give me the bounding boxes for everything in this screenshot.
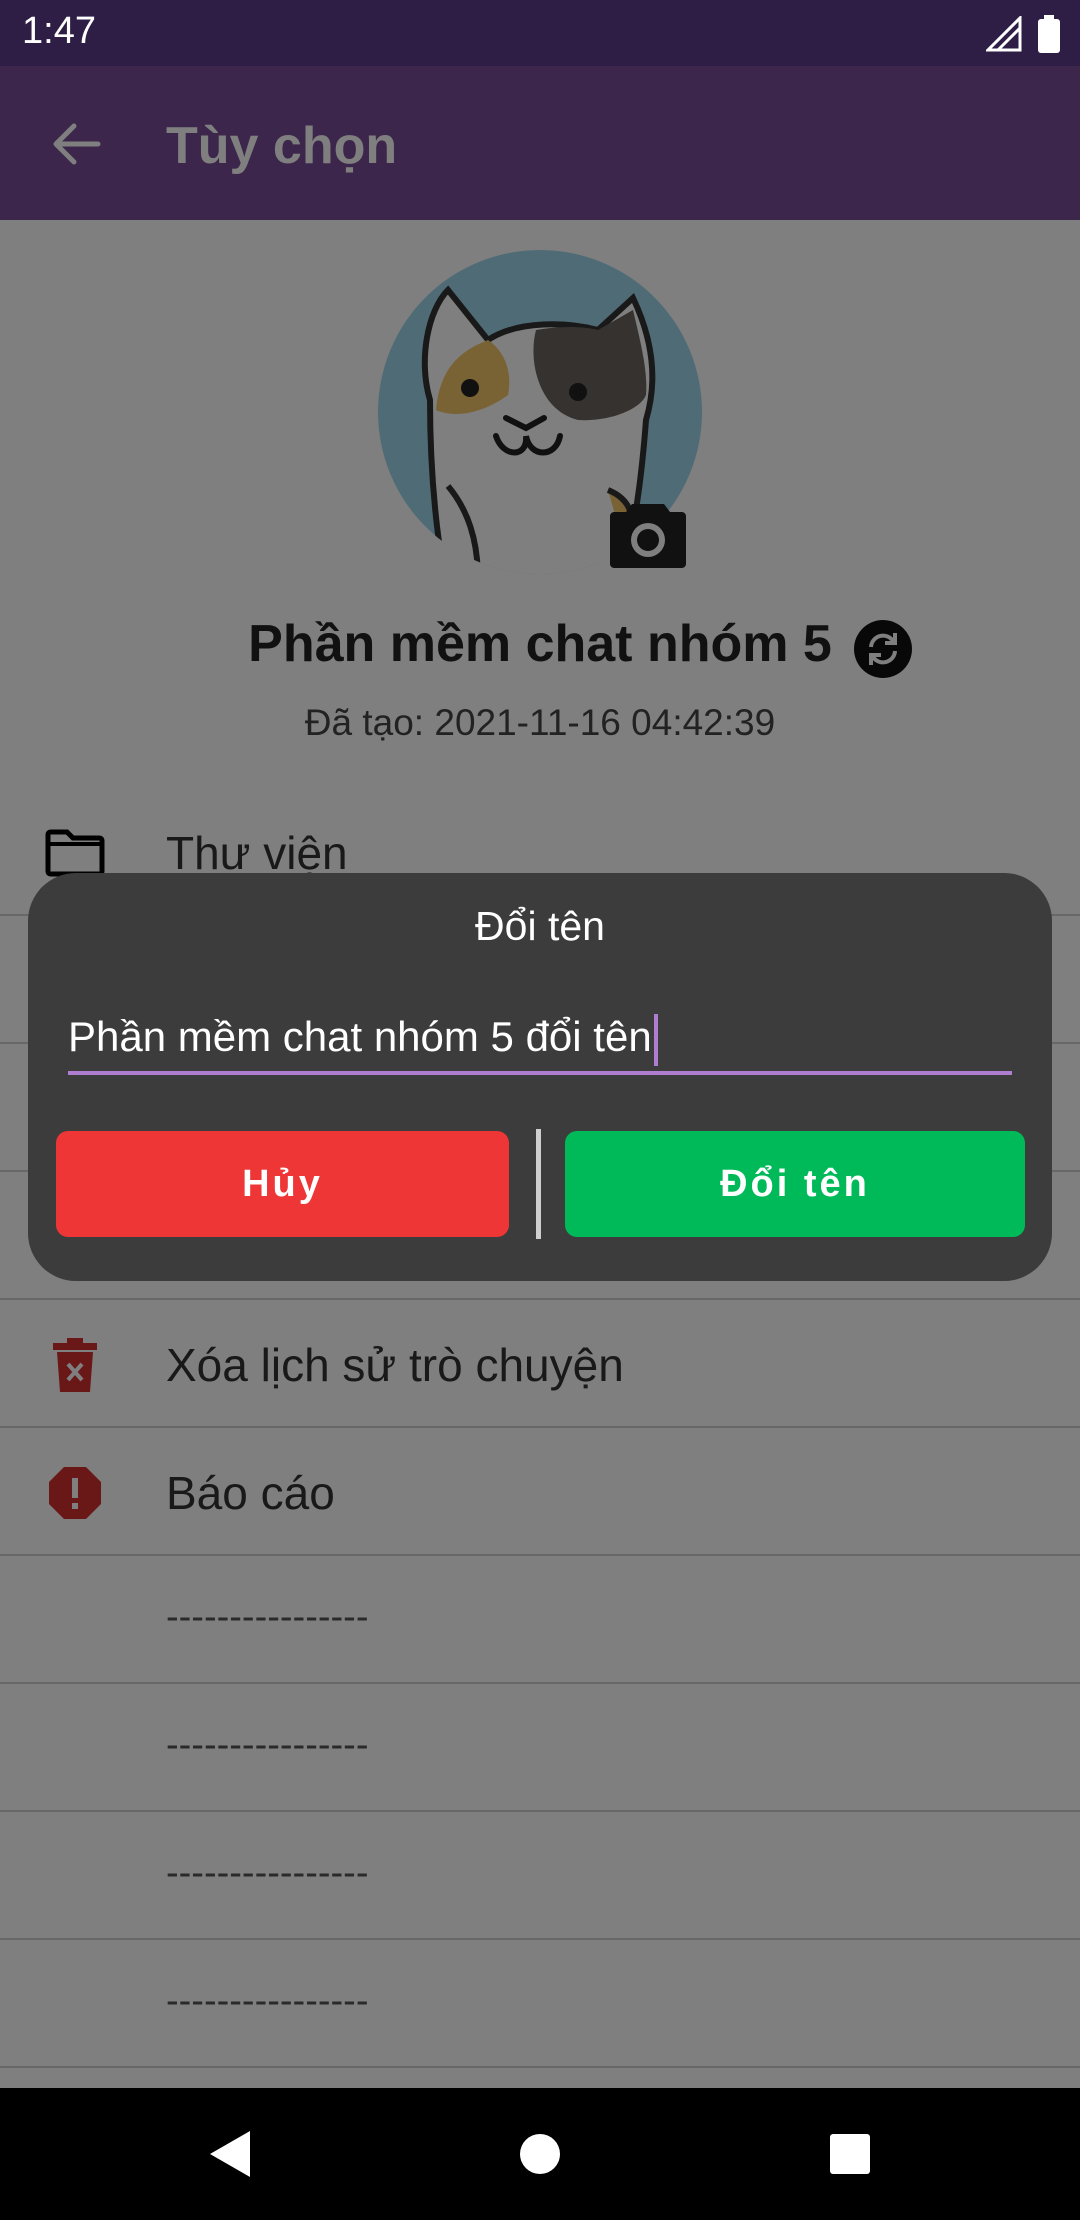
nav-recents-button[interactable] (820, 2124, 880, 2184)
battery-icon (1038, 15, 1060, 53)
rename-dialog: Đổi tên Phần mềm chat nhóm 5 đổi tên Hủy… (28, 873, 1052, 1281)
rename-input-value: Phần mềm chat nhóm 5 đổi tên (68, 1013, 658, 1066)
signal-icon (986, 16, 1022, 52)
confirm-rename-button[interactable]: Đổi tên (565, 1131, 1025, 1237)
nav-home-button[interactable] (510, 2124, 570, 2184)
status-time: 1:47 (22, 10, 96, 52)
circle-home-icon (520, 2134, 560, 2174)
status-icons (986, 12, 1060, 56)
text-cursor (653, 1013, 658, 1066)
square-recents-icon (830, 2134, 870, 2174)
cancel-button[interactable]: Hủy (56, 1131, 509, 1237)
dialog-title: Đổi tên (475, 903, 605, 949)
rename-input[interactable]: Phần mềm chat nhóm 5 đổi tên (68, 1013, 1012, 1075)
triangle-back-icon (210, 2131, 250, 2177)
nav-back-button[interactable] (200, 2124, 260, 2184)
status-bar: 1:47 (0, 0, 1080, 66)
system-nav-bar (0, 2088, 1080, 2220)
button-divider (536, 1129, 541, 1239)
